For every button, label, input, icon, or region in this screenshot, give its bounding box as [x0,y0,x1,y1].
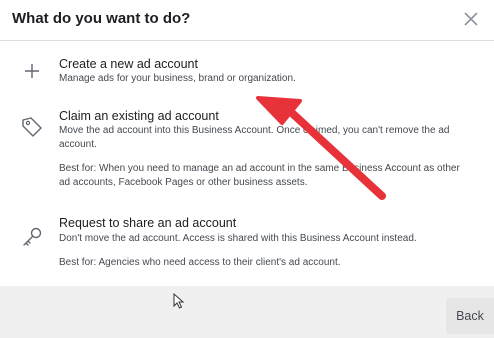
key-icon [23,227,42,246]
mouse-cursor-icon [173,293,185,309]
option-title: Claim an existing ad account [59,109,219,123]
option-request-share-ad-account[interactable]: Request to share an ad account Don't mov… [0,210,494,282]
option-best-for: Best for: When you need to manage an ad … [59,163,460,188]
dialog-header: What do you want to do? [0,0,494,41]
option-description: Don't move the ad account. Access is sha… [59,233,417,244]
option-create-ad-account[interactable]: Create a new ad account Manage ads for y… [0,52,494,92]
option-description: Move the ad account into this Business A… [59,125,450,150]
dialog-footer [0,286,494,338]
close-icon[interactable] [460,8,482,30]
tag-icon [22,117,42,137]
option-claim-ad-account[interactable]: Claim an existing ad account Move the ad… [0,102,494,202]
back-button[interactable]: Back [446,298,494,334]
option-best-for: Best for: Agencies who need access to th… [59,257,341,268]
plus-icon [25,64,39,78]
option-description: Manage ads for your business, brand or o… [59,73,296,84]
dialog: What do you want to do? Create a new ad … [0,0,494,338]
option-title: Create a new ad account [59,57,198,71]
dialog-title: What do you want to do? [12,10,191,27]
option-title: Request to share an ad account [59,216,237,230]
